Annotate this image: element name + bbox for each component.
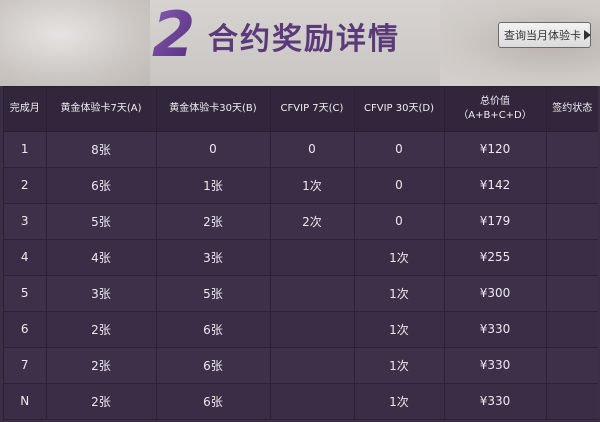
header-banner: 2 合约奖励详情 查询当月体验卡 <box>0 0 600 86</box>
cell-status <box>546 203 598 240</box>
cell-vip-7d: 2次 <box>270 203 355 240</box>
cell-vip-30d: 1次 <box>354 383 445 420</box>
cell-month: 3 <box>4 203 47 240</box>
col-header-total-value: 总价值 （A+B+C+D） <box>444 87 547 132</box>
cell-vip-7d <box>270 275 355 312</box>
table-row: 2 6张 1张 1次 0 ¥142 <box>4 167 598 204</box>
cell-month: 5 <box>4 275 47 312</box>
col-header-month: 完成月 <box>4 87 47 132</box>
cell-vip-30d: 1次 <box>354 239 445 276</box>
page-title: 合约奖励详情 <box>208 22 400 57</box>
cell-status <box>546 311 598 348</box>
cell-month: 2 <box>4 167 47 204</box>
cell-total-value: ¥330 <box>444 347 547 384</box>
query-button-label: 查询当月体验卡 <box>504 29 581 42</box>
cell-total-value: ¥142 <box>444 167 547 204</box>
table-row: 3 5张 2张 2次 0 ¥179 <box>4 203 598 240</box>
cell-gold-30d: 6张 <box>156 347 271 384</box>
cell-gold-30d: 2张 <box>156 203 271 240</box>
query-monthly-card-button[interactable]: 查询当月体验卡 <box>498 22 591 48</box>
col-header-vip-7d: CFVIP 7天(C) <box>270 87 355 132</box>
cell-vip-30d: 0 <box>354 167 445 204</box>
cell-gold-30d: 1张 <box>156 167 271 204</box>
cell-gold-30d: 5张 <box>156 275 271 312</box>
cell-gold-7d: 6张 <box>46 167 157 204</box>
cell-vip-7d: 0 <box>270 131 355 168</box>
cell-status <box>546 383 598 420</box>
cell-month: 1 <box>4 131 47 168</box>
cell-gold-7d: 2张 <box>46 311 157 348</box>
cell-gold-30d: 6张 <box>156 383 271 420</box>
cell-total-value: ¥330 <box>444 311 547 348</box>
col-header-status: 签约状态 <box>546 87 598 132</box>
play-arrow-icon <box>584 30 591 40</box>
cell-gold-30d: 6张 <box>156 311 271 348</box>
cell-status <box>546 131 598 168</box>
cell-vip-30d: 1次 <box>354 275 445 312</box>
cell-gold-7d: 2张 <box>46 347 157 384</box>
cell-vip-7d <box>270 311 355 348</box>
cell-vip-30d: 0 <box>354 131 445 168</box>
cell-month: 4 <box>4 239 47 276</box>
cell-vip-7d <box>270 383 355 420</box>
cell-total-value: ¥120 <box>444 131 547 168</box>
cell-status <box>546 275 598 312</box>
cell-gold-30d: 0 <box>156 131 271 168</box>
cell-vip-30d: 0 <box>354 203 445 240</box>
table-row: N 2张 6张 1次 ¥330 <box>4 383 598 420</box>
cell-status <box>546 239 598 276</box>
col-header-gold-30d: 黄金体验卡30天(B) <box>156 87 271 132</box>
cell-total-value: ¥300 <box>444 275 547 312</box>
cell-gold-7d: 3张 <box>46 275 157 312</box>
cell-vip-7d: 1次 <box>270 167 355 204</box>
banner-background-left <box>0 0 150 86</box>
cell-status <box>546 167 598 204</box>
cell-month: 7 <box>4 347 47 384</box>
reward-table-container: 完成月 黄金体验卡7天(A) 黄金体验卡30天(B) CFVIP 7天(C) C… <box>3 86 598 420</box>
cell-vip-30d: 1次 <box>354 311 445 348</box>
cell-vip-7d <box>270 347 355 384</box>
cell-gold-7d: 2张 <box>46 383 157 420</box>
cell-gold-30d: 3张 <box>156 239 271 276</box>
table-row: 1 8张 0 0 0 ¥120 <box>4 131 598 168</box>
cell-gold-7d: 5张 <box>46 203 157 240</box>
step-number-graphic: 2 <box>152 2 195 62</box>
table-row: 5 3张 5张 1次 ¥300 <box>4 275 598 312</box>
col-header-gold-7d: 黄金体验卡7天(A) <box>46 87 157 132</box>
reward-table: 完成月 黄金体验卡7天(A) 黄金体验卡30天(B) CFVIP 7天(C) C… <box>4 87 598 420</box>
cell-month: N <box>4 383 47 420</box>
cell-vip-7d <box>270 239 355 276</box>
cell-vip-30d: 1次 <box>354 347 445 384</box>
table-header-row: 完成月 黄金体验卡7天(A) 黄金体验卡30天(B) CFVIP 7天(C) C… <box>4 87 598 132</box>
table-row: 4 4张 3张 1次 ¥255 <box>4 239 598 276</box>
cell-gold-7d: 8张 <box>46 131 157 168</box>
cell-status <box>546 347 598 384</box>
step-number-text: 2 <box>152 2 195 62</box>
cell-gold-7d: 4张 <box>46 239 157 276</box>
cell-total-value: ¥255 <box>444 239 547 276</box>
col-header-vip-30d: CFVIP 30天(D) <box>354 87 445 132</box>
cell-month: 6 <box>4 311 47 348</box>
table-row: 7 2张 6张 1次 ¥330 <box>4 347 598 384</box>
cell-total-value: ¥179 <box>444 203 547 240</box>
cell-total-value: ¥330 <box>444 383 547 420</box>
table-row: 6 2张 6张 1次 ¥330 <box>4 311 598 348</box>
